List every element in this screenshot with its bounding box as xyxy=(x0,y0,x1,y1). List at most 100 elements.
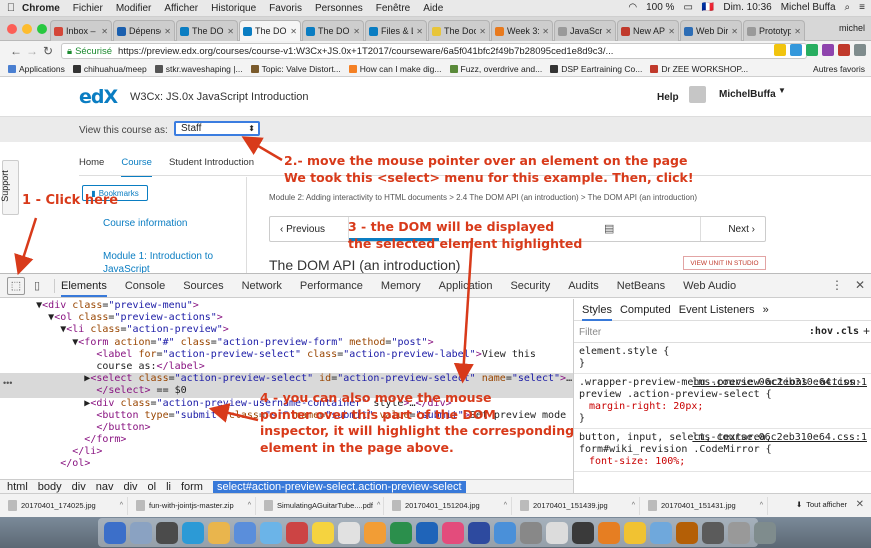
wifi-icon[interactable]: ◠ xyxy=(628,2,637,13)
hover-state-toggle[interactable]: :hov xyxy=(809,326,833,337)
close-tab-icon[interactable]: ✕ xyxy=(353,27,360,36)
book-icon[interactable]: ▤ xyxy=(604,222,614,235)
close-tab-icon[interactable]: ✕ xyxy=(290,27,297,36)
photos-icon[interactable] xyxy=(364,521,386,544)
bookmark-item[interactable]: stkr.waveshaping |... xyxy=(154,64,243,74)
browser-tab[interactable]: New API ✕ xyxy=(617,20,679,41)
caret-down-icon[interactable]: ▼ xyxy=(778,86,786,95)
nav-course[interactable]: Course xyxy=(121,157,152,177)
bookmark-item[interactable]: Fuzz, overdrive and... xyxy=(449,64,542,74)
download-item[interactable]: fun-with-jointjs-master.zip ^ xyxy=(131,496,256,515)
finder-icon[interactable] xyxy=(104,521,126,544)
dom-node[interactable]: course as:</label> xyxy=(0,361,573,373)
close-tab-icon[interactable]: ✕ xyxy=(605,27,612,36)
app-icon[interactable] xyxy=(546,521,568,544)
tab-sources[interactable]: Sources xyxy=(183,280,223,292)
photoshop-icon[interactable] xyxy=(468,521,490,544)
close-tab-icon[interactable]: ✕ xyxy=(164,27,171,36)
tab-performance[interactable]: Performance xyxy=(300,280,363,292)
course-info-link[interactable]: Course information xyxy=(103,218,187,229)
css-declaration[interactable]: font-size: 100%; xyxy=(579,456,866,468)
css-rule[interactable]: lms-course.06c2eb310e64.css:1 .wrapper-pr… xyxy=(574,374,871,429)
show-all-downloads-button[interactable]: ⬇ Tout afficher xyxy=(796,500,847,509)
dom-node[interactable]: ▼<form action="#" class="action-preview-… xyxy=(0,337,573,349)
menu-app-name[interactable]: Chrome xyxy=(22,3,60,14)
avatar[interactable] xyxy=(689,86,706,103)
filter-input[interactable]: Filter xyxy=(579,327,601,338)
inspect-element-icon[interactable]: ⬚ xyxy=(7,276,25,295)
rule-source-link[interactable]: lms-course.06c2eb310e64.css:1 xyxy=(692,432,867,444)
breadcrumb-item[interactable]: ol xyxy=(148,481,157,493)
bookmark-item[interactable]: Applications xyxy=(8,64,65,74)
dom-node[interactable]: </ol> xyxy=(0,458,573,470)
back-icon[interactable]: ← xyxy=(9,44,23,58)
dom-node[interactable]: ▼<div class="preview-menu"> xyxy=(0,300,573,312)
close-tab-icon[interactable]: ✕ xyxy=(479,27,486,36)
rule-source-link[interactable]: lms-course.06c2eb310e64.css:1 xyxy=(692,377,867,389)
downloads-stack-icon[interactable] xyxy=(728,521,750,544)
menu-item[interactable]: Modifier xyxy=(116,3,152,14)
browser-tab[interactable]: The DOM✕ xyxy=(239,20,301,41)
device-toolbar-icon[interactable]: ▯ xyxy=(28,277,46,295)
zoom-window-icon[interactable] xyxy=(37,24,47,34)
trash-icon[interactable] xyxy=(754,521,776,544)
menu-item[interactable]: Personnes xyxy=(315,3,363,14)
tab-event-listeners[interactable]: Event Listeners xyxy=(679,304,755,316)
breadcrumb-item[interactable]: body xyxy=(38,481,62,493)
chevron-up-icon[interactable]: ^ xyxy=(504,502,507,509)
menubar-user[interactable]: Michel Buffa xyxy=(781,2,836,13)
tab-computed[interactable]: Computed xyxy=(620,304,671,316)
browser-tab[interactable]: JavaScri ✕ xyxy=(554,20,616,41)
browser-tab[interactable]: The Doc ✕ xyxy=(428,20,490,41)
previous-button[interactable]: ‹ Previous xyxy=(280,224,325,235)
dom-node[interactable]: ▼<ol class="preview-actions"> xyxy=(0,312,573,324)
tab-application[interactable]: Application xyxy=(439,280,493,292)
input-flag[interactable]: 🇫🇷 xyxy=(702,2,714,13)
menu-item[interactable]: Aide xyxy=(423,3,443,14)
app-icon[interactable] xyxy=(702,521,724,544)
browser-tab[interactable]: Week 3: ✕ xyxy=(491,20,553,41)
menu-icon[interactable] xyxy=(854,44,866,56)
close-tab-icon[interactable]: ✕ xyxy=(416,27,423,36)
app-icon[interactable] xyxy=(598,521,620,544)
extension-icon[interactable] xyxy=(790,44,802,56)
notes-icon[interactable] xyxy=(312,521,334,544)
more-options-icon[interactable]: ⋮ xyxy=(831,278,843,292)
tab-console[interactable]: Console xyxy=(125,280,165,292)
close-tab-icon[interactable]: ✕ xyxy=(794,27,801,36)
app-store-icon[interactable] xyxy=(494,521,516,544)
browser-tab[interactable]: Dépenses✕ xyxy=(113,20,175,41)
view-unit-in-studio-button[interactable]: VIEW UNIT IN STUDIO xyxy=(683,256,766,270)
dom-node-selected[interactable]: ▶<select class="action-preview-select" i… xyxy=(0,373,573,386)
edx-logo[interactable]: edX xyxy=(79,86,118,108)
menu-item[interactable]: Historique xyxy=(211,3,256,14)
close-tab-icon[interactable]: ✕ xyxy=(227,27,234,36)
search-icon[interactable]: ⌕ xyxy=(845,2,851,13)
chrome-icon[interactable] xyxy=(624,521,646,544)
forward-icon[interactable]: → xyxy=(25,44,39,58)
other-bookmarks[interactable]: Autres favoris xyxy=(813,64,865,74)
browser-tab[interactable]: Files & L ✕ xyxy=(365,20,427,41)
help-link[interactable]: Help xyxy=(657,92,679,103)
close-tab-icon[interactable]: ✕ xyxy=(668,27,675,36)
tab-network[interactable]: Network xyxy=(242,280,282,292)
css-rule[interactable]: lms-course.06c2eb310e64.css:1 button, inp… xyxy=(574,429,871,472)
nav-student-introduction[interactable]: Student Introduction xyxy=(169,157,254,177)
tab-memory[interactable]: Memory xyxy=(381,280,421,292)
dom-node[interactable]: <label for="action-preview-select" class… xyxy=(0,349,573,361)
breadcrumb-item[interactable]: form xyxy=(181,481,203,493)
chevron-up-icon[interactable]: ^ xyxy=(632,502,635,509)
chevron-up-icon[interactable]: ^ xyxy=(248,502,251,509)
breadcrumb-item[interactable]: html xyxy=(7,481,28,493)
add-rule-button[interactable]: + xyxy=(863,324,870,338)
dom-node[interactable]: ▼<li class="action-preview"> xyxy=(0,324,573,336)
chevron-up-icon[interactable]: ^ xyxy=(760,502,763,509)
launchpad-icon[interactable] xyxy=(130,521,152,544)
tab-audits[interactable]: Audits xyxy=(568,280,599,292)
close-tab-icon[interactable]: ✕ xyxy=(542,27,549,36)
download-item[interactable]: SimulatingAGuitarTube....pdf ^ xyxy=(259,496,384,515)
chevron-up-icon[interactable]: ^ xyxy=(377,502,380,509)
star-icon[interactable] xyxy=(774,44,786,56)
next-button[interactable]: Next › xyxy=(728,224,755,235)
calendar-icon[interactable] xyxy=(286,521,308,544)
